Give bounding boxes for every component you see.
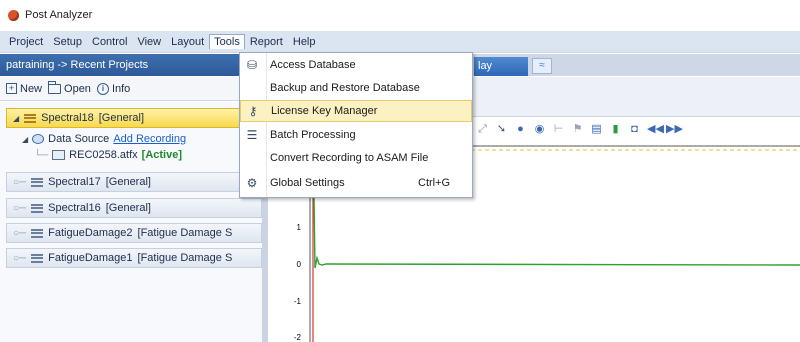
node-type: [Fatigue Damage S (137, 227, 233, 239)
menu-item-license-key-manager[interactable]: ⚷ License Key Manager (240, 100, 472, 122)
tree-node-spectral16[interactable]: ○─ Spectral16 [General] (6, 198, 262, 218)
info-icon: i (96, 82, 109, 95)
flag-icon[interactable]: ⚑ (571, 123, 584, 136)
comment-icon[interactable]: ● (514, 123, 527, 136)
menu-item-label: Access Database (270, 59, 356, 71)
list-icon (31, 253, 44, 263)
tree-connector: ○─ (13, 202, 27, 214)
tree-connector: └─ (34, 149, 49, 161)
recording-file-icon (52, 150, 66, 160)
camera-icon[interactable]: ◘ (628, 123, 641, 136)
ruler-icon[interactable]: ⊢ (552, 123, 565, 136)
open-button[interactable]: Open (48, 80, 91, 95)
app-logo-icon (8, 9, 19, 21)
menu-item-batch-processing[interactable]: ☰ Batch Processing (240, 124, 472, 146)
tree-node-selected[interactable]: ◢ Spectral18 [General] (6, 108, 262, 128)
open-label: Open (64, 82, 91, 95)
chart-toolbar: ⤢ ➘ ● ◉ ⊢ ⚑ ▤ ▮ ◘ ◀◀ ▶▶ (476, 120, 683, 138)
tree-connector: ○─ (13, 176, 27, 188)
menu-layout[interactable]: Layout (166, 34, 209, 50)
node-name: Spectral16 (48, 202, 101, 214)
menu-item-label: License Key Manager (271, 105, 378, 117)
menu-view[interactable]: View (132, 34, 166, 50)
node-type: [General] (105, 202, 151, 214)
recording-status: [Active] (141, 149, 182, 161)
tree-connector: ○─ (13, 227, 27, 239)
play-icon[interactable]: ▶▶ (666, 123, 683, 136)
new-button[interactable]: + New (6, 83, 42, 95)
app-window: Post Analyzer Project Setup Control View… (0, 0, 800, 342)
rewind-icon[interactable]: ◀◀ (647, 123, 664, 136)
chart-tab-icon[interactable]: ≈ (532, 58, 552, 74)
menu-item-shortcut: Ctrl+G (418, 177, 451, 189)
y-tick-label: 0 (297, 260, 302, 269)
recording-file: REC0258.atfx (69, 149, 138, 161)
menu-item-label: Convert Recording to ASAM File (270, 152, 429, 164)
window-title: Post Analyzer (25, 9, 93, 21)
tools-dropdown-menu: ⛁ Access Database Backup and Restore Dat… (239, 52, 473, 198)
data-source-label: Data Source (48, 133, 110, 145)
data-source-row: ◢ Data Source Add Recording (22, 133, 186, 145)
node-type: [General] (98, 112, 144, 124)
expand-icon[interactable]: ◢ (13, 114, 19, 123)
y-tick-label: -1 (294, 297, 302, 306)
menu-setup[interactable]: Setup (48, 34, 87, 50)
menu-item-convert-asam[interactable]: Convert Recording to ASAM File (240, 147, 472, 169)
tree-connector: ○─ (13, 252, 27, 264)
export-icon[interactable]: ▮ (609, 123, 622, 136)
project-tree: ◢ Spectral18 [General] ◢ Data Source Add… (0, 102, 262, 342)
menu-report[interactable]: Report (245, 34, 288, 50)
y-tick-label: -2 (294, 333, 302, 342)
node-type: [Fatigue Damage S (137, 252, 233, 264)
tree-node-spectral17[interactable]: ○─ Spectral17 [General] (6, 172, 262, 192)
pointer-icon[interactable]: ➘ (495, 123, 508, 136)
menu-tools[interactable]: Tools (209, 34, 245, 49)
menu-item-backup-restore[interactable]: Backup and Restore Database (240, 77, 472, 99)
gear-icon: ⚙ (246, 176, 258, 190)
project-toolbar: + New Open i Info (0, 77, 262, 101)
add-recording-link[interactable]: Add Recording (113, 133, 186, 145)
recent-projects-header: patraining -> Recent Projects (0, 54, 262, 76)
menu-control[interactable]: Control (87, 34, 132, 50)
title-bar: Post Analyzer (0, 0, 800, 30)
info-button[interactable]: i Info (96, 82, 131, 95)
menu-help[interactable]: Help (288, 34, 321, 50)
note-icon[interactable]: ▤ (590, 123, 603, 136)
tab-display[interactable]: lay (474, 57, 528, 76)
expand-icon[interactable]: ◢ (22, 135, 28, 144)
menu-item-label: Backup and Restore Database (270, 82, 420, 94)
menu-item-label: Global Settings (270, 177, 345, 189)
data-source-icon (32, 134, 45, 144)
tree-node-fatiguedamage1[interactable]: ○─ FatigueDamage1 [Fatigue Damage S (6, 248, 262, 268)
list-icon (31, 228, 44, 238)
database-icon: ⛁ (246, 58, 258, 72)
recording-row[interactable]: └─ REC0258.atfx [Active] (34, 149, 182, 161)
node-name: Spectral17 (48, 176, 101, 188)
menu-bar: Project Setup Control View Layout Tools … (0, 31, 800, 53)
node-name: FatigueDamage1 (48, 252, 133, 264)
list-icon (24, 113, 37, 123)
tree-node-fatiguedamage2[interactable]: ○─ FatigueDamage2 [Fatigue Damage S (6, 223, 262, 243)
menu-item-access-database[interactable]: ⛁ Access Database (240, 54, 472, 76)
new-label: New (20, 82, 43, 95)
menu-item-label: Batch Processing (270, 129, 356, 141)
list-icon: ☰ (246, 128, 258, 142)
key-icon: ⚷ (248, 104, 258, 118)
zoom-icon[interactable]: ⤢ (476, 123, 489, 136)
plus-icon: + (6, 83, 17, 94)
node-name: Spectral18 (41, 112, 94, 124)
y-tick-label: 1 (297, 223, 302, 232)
list-icon (31, 203, 44, 213)
target-icon[interactable]: ◉ (533, 123, 546, 136)
folder-icon (48, 80, 62, 94)
info-label: Info (111, 82, 131, 95)
node-name: FatigueDamage2 (48, 227, 133, 239)
menu-project[interactable]: Project (4, 34, 48, 50)
list-icon (31, 177, 44, 187)
menu-item-global-settings[interactable]: ⚙ Global Settings Ctrl+G (240, 172, 472, 194)
signal-trace (313, 197, 800, 269)
node-type: [General] (105, 176, 151, 188)
